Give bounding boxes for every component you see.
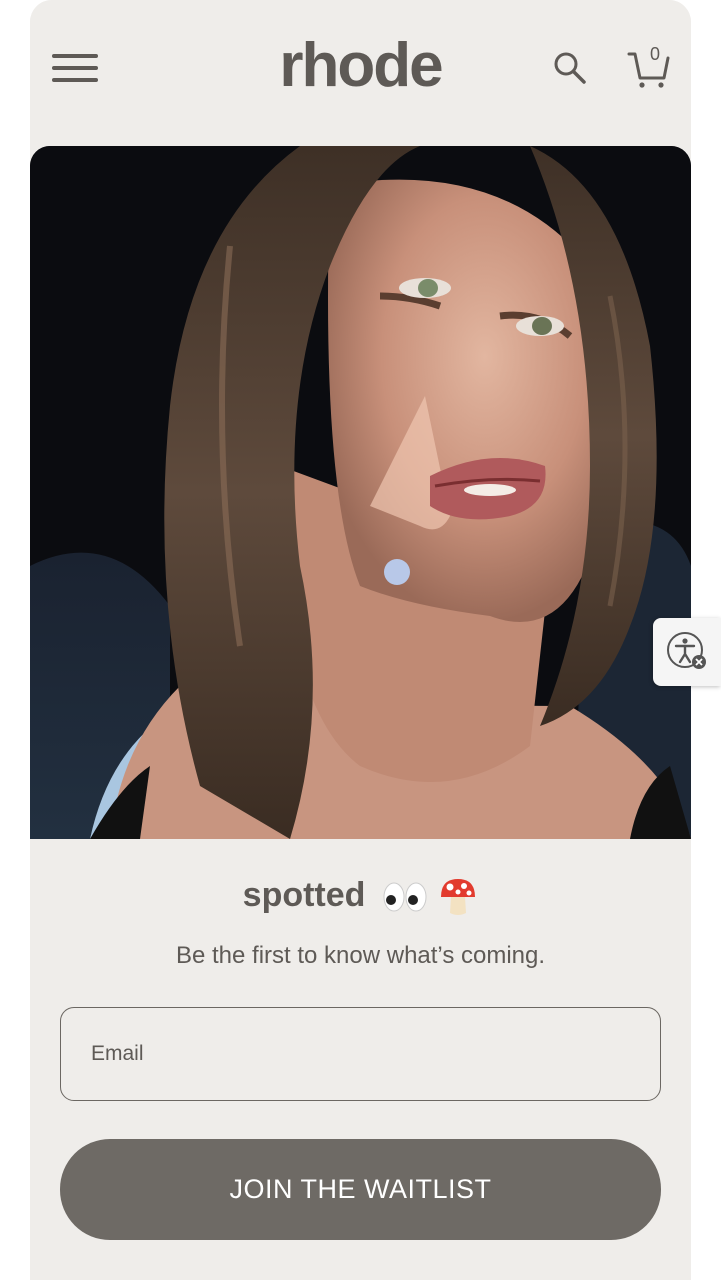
mushroom-emoji [441, 879, 476, 916]
promo-title: spotted [30, 872, 691, 918]
email-field[interactable] [60, 1007, 661, 1101]
site-header: rhode 0 [30, 0, 691, 138]
accessibility-icon [667, 632, 706, 669]
join-waitlist-button[interactable]: JOIN THE WAITLIST [60, 1139, 661, 1240]
promo-title-text: spotted [242, 876, 366, 914]
cart-button[interactable]: 0 [626, 42, 672, 92]
hero-photo [30, 146, 691, 839]
page-card: rhode 0 spotted Be the first to know wha… [30, 0, 691, 1280]
search-icon [554, 52, 586, 84]
accessibility-button[interactable] [653, 618, 721, 686]
brand-logo[interactable]: rhode [30, 26, 691, 106]
eyes-emoji [383, 882, 427, 912]
hero-image [30, 146, 691, 839]
promo-subtitle: Be the first to know what’s coming. [175, 942, 546, 969]
cart-count: 0 [649, 44, 660, 64]
search-button[interactable] [550, 48, 590, 88]
